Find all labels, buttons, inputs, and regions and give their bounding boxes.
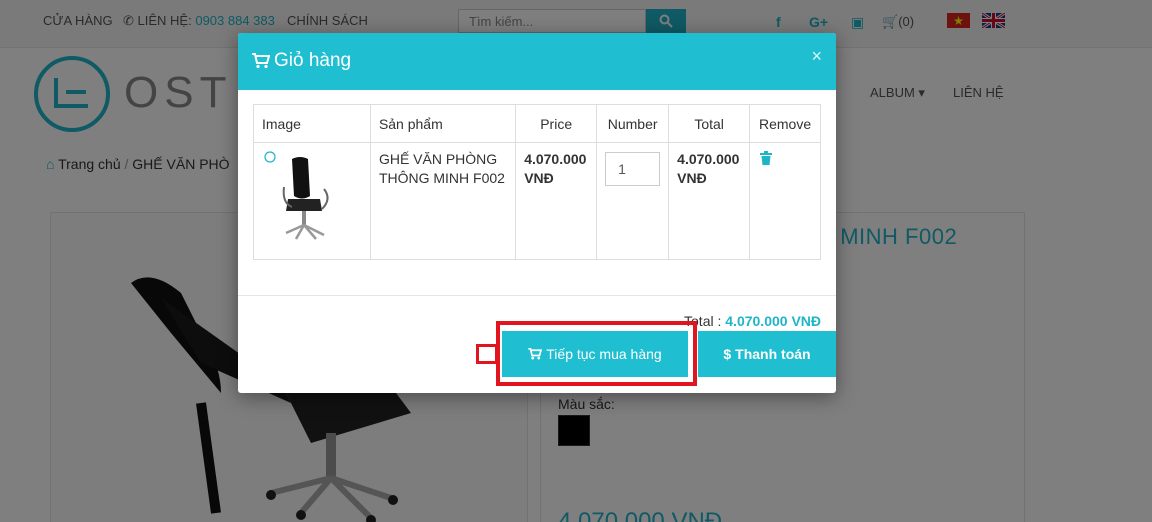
highlight-box xyxy=(496,321,697,386)
col-remove: Remove xyxy=(749,104,821,143)
close-button[interactable]: × xyxy=(811,47,822,65)
col-product: Sản phẩm xyxy=(369,104,517,143)
cart-icon xyxy=(252,53,270,69)
dollar-icon: $ xyxy=(723,346,732,362)
cart-item-quantity-cell: 1 xyxy=(596,142,670,260)
table-header-row: Image Sản phẩm Price Number Total Remove xyxy=(253,104,821,143)
col-total: Total xyxy=(668,104,751,143)
cart-total: Total : 4.070.000 VNĐ xyxy=(684,313,821,329)
trash-icon[interactable] xyxy=(760,151,773,168)
cart-item-total: 4.070.000 VNĐ xyxy=(668,142,751,260)
modal-header: Giỏ hàng × xyxy=(238,33,836,90)
checkout-button[interactable]: $ Thanh toán xyxy=(698,331,836,377)
table-row: GHẾ VĂN PHÒNG THÔNG MINH F002 4.070.000 … xyxy=(253,142,821,260)
col-number: Number xyxy=(596,104,670,143)
chair-thumbnail xyxy=(264,151,329,240)
quantity-input[interactable]: 1 xyxy=(605,152,661,186)
cart-item-image xyxy=(253,142,371,260)
highlight-pointer xyxy=(476,344,498,364)
col-image: Image xyxy=(253,104,371,143)
cart-item-name: GHẾ VĂN PHÒNG THÔNG MINH F002 xyxy=(369,142,517,260)
cart-table: Image Sản phẩm Price Number Total Remove xyxy=(253,104,821,260)
cart-item-remove-cell xyxy=(749,142,821,260)
col-price: Price xyxy=(515,104,598,143)
modal-divider xyxy=(238,295,836,296)
modal-title: Giỏ hàng xyxy=(252,50,351,72)
cart-item-price: 4.070.000 VNĐ xyxy=(515,142,598,260)
